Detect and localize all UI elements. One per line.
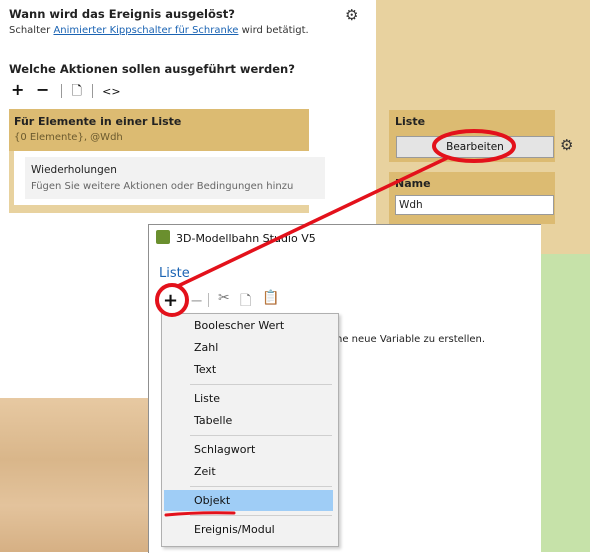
annotation-arrow-line [177, 156, 448, 288]
annotation-circle-add-button [155, 283, 189, 317]
annotation-circle-edit-button [432, 129, 516, 163]
annotation-overlay [155, 129, 516, 517]
annotation-underline-object [164, 511, 236, 517]
